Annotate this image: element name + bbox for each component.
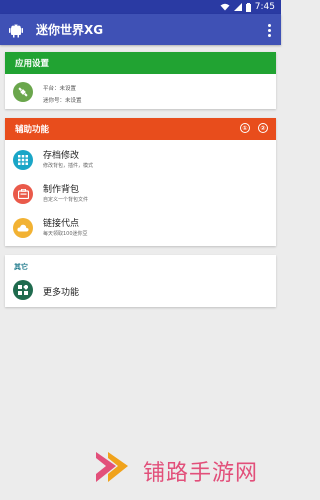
overflow-menu-icon[interactable] [263, 22, 275, 38]
android-icon [9, 24, 23, 37]
assist-item-save-edit[interactable]: 存档修改 修改背包，插件，模式 [5, 144, 276, 176]
status-icons: 7:45 [220, 0, 275, 14]
assist-card: 辅助功能 ① ② 存档修改 修改背包，插件，模式 制作背包 自定义一个背包文件 [5, 118, 276, 246]
battery-icon [245, 2, 251, 12]
watermark-text: 铺路手游网 [143, 461, 259, 486]
status-bar: 7:45 [0, 0, 281, 14]
item-title: 制作背包 [43, 185, 80, 195]
item-subtitle: 修改背包，插件，模式 [43, 163, 94, 169]
wifi-icon [220, 3, 230, 11]
other-card-header: 其它 [14, 263, 28, 271]
platform-label: 平台：未设置 [43, 86, 77, 92]
settings-row[interactable]: 平台：未设置 迷你号：未设置 [5, 76, 276, 109]
assist-item-make-backpack[interactable]: 制作背包 自定义一个背包文件 [5, 178, 276, 210]
other-card: 其它 更多功能 [5, 255, 276, 307]
app-bar: 迷你世界XG [0, 14, 281, 45]
item-title: 存档修改 [43, 151, 80, 161]
account-label: 迷你号：未设置 [43, 98, 82, 104]
settings-card: 应用设置 平台：未设置 迷你号：未设置 [5, 52, 276, 109]
info-1-icon[interactable]: ① [240, 123, 250, 133]
item-subtitle: 每天领取100迷你豆 [43, 231, 88, 237]
other-item-more-features[interactable]: 更多功能 [5, 277, 276, 305]
assist-item-link-click[interactable]: 链接代点 每天领取100迷你豆 [5, 212, 276, 244]
settings-card-header: 应用设置 [5, 52, 276, 74]
backpack-icon [13, 184, 33, 204]
info-2-icon[interactable]: ② [258, 123, 268, 133]
item-subtitle: 自定义一个背包文件 [43, 197, 89, 203]
item-title: 链接代点 [43, 219, 80, 229]
signal-icon [233, 3, 242, 11]
cloud-icon [13, 218, 33, 238]
assist-card-header: 辅助功能 ① ② [5, 118, 276, 140]
assist-card-title: 辅助功能 [15, 125, 50, 135]
item-title: 更多功能 [43, 288, 80, 298]
status-time: 7:45 [254, 2, 275, 12]
satellite-icon [13, 82, 33, 102]
watermark-logo-icon [96, 452, 128, 482]
grid-icon [13, 150, 33, 170]
apps-icon [13, 280, 33, 300]
app-title: 迷你世界XG [36, 23, 104, 37]
